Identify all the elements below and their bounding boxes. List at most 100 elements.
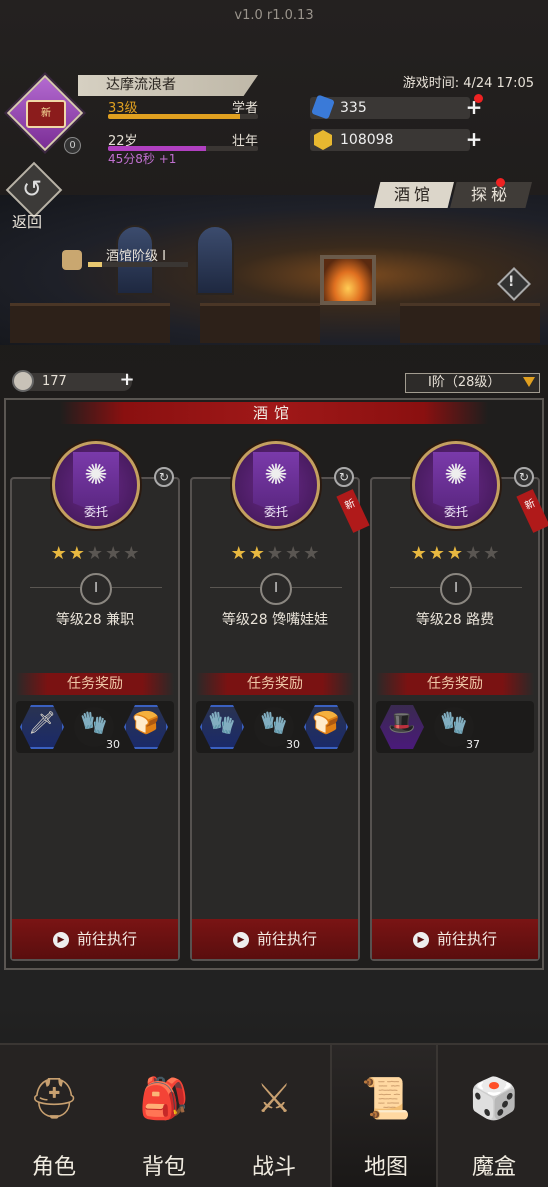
refresh-icon[interactable]: ↻: [334, 467, 354, 487]
tab-explore[interactable]: 探秘: [450, 182, 532, 208]
scene-table: [10, 303, 170, 343]
reward-item[interactable]: 🧤 37: [432, 705, 480, 751]
refresh-icon[interactable]: ↻: [514, 467, 534, 487]
star-empty-icon: ★: [123, 543, 142, 564]
reward-list: 🗡 🧤 30 🍞: [16, 701, 174, 753]
fireplace: [320, 255, 376, 305]
sword-shield-icon: ⚔: [256, 1076, 292, 1122]
reward-item[interactable]: 🗡: [20, 705, 64, 749]
level-select-value: Ⅰ阶（28级）: [428, 375, 501, 390]
star-empty-icon: ★: [86, 543, 106, 564]
go-execute-button[interactable]: ▶ 前往执行: [12, 919, 178, 959]
nav-label: 魔盒: [471, 1155, 516, 1180]
quest-emblem: ✺ 委托: [232, 441, 320, 529]
level-row: 33级 学者: [108, 97, 258, 116]
star-empty-icon: ★: [105, 543, 124, 564]
reward-item[interactable]: 🎩: [380, 705, 424, 749]
scene-window: [196, 225, 234, 295]
grade-badge: Ⅰ: [80, 573, 112, 605]
quest-title: 等级28 路费: [415, 612, 495, 628]
ticket-icon: [12, 370, 34, 392]
reward-item[interactable]: 🍞: [124, 705, 168, 749]
beer-mug-icon: [62, 250, 82, 270]
gem-notification-dot: [474, 94, 483, 103]
glove-icon: 🧤: [260, 711, 288, 736]
scene-table: [400, 303, 540, 343]
bottom-nav: ⛑ 角色 🎒 背包 ⚔ 战斗 📜 地图 🎲 魔盒: [0, 1043, 548, 1187]
star-filled-icon: ★: [248, 543, 267, 564]
reward-header: 任务奖励: [16, 673, 174, 695]
reward-header: 任务奖励: [376, 673, 534, 695]
nav-label: 角色: [31, 1155, 76, 1180]
nav-item[interactable]: ⚔ 战斗: [220, 1045, 328, 1187]
tavern-rank-fill: [88, 262, 102, 267]
glove-icon: 🧤: [440, 711, 468, 736]
star-empty-icon: ★: [465, 543, 484, 564]
go-execute-label: 前往执行: [436, 930, 497, 948]
refresh-icon[interactable]: ↻: [154, 467, 174, 487]
star-filled-icon: ★: [50, 543, 69, 564]
tab-tavern[interactable]: 酒馆: [374, 182, 454, 208]
age-row: 22岁 壮年: [108, 130, 258, 149]
add-gold-button[interactable]: +: [465, 129, 483, 149]
nav-item[interactable]: 🎲 魔盒: [440, 1045, 548, 1187]
reward-item[interactable]: 🧤: [200, 705, 244, 749]
go-execute-label: 前往执行: [256, 930, 317, 948]
play-icon: ▶: [52, 931, 69, 948]
exclamation-icon: !: [508, 274, 515, 290]
player-name: 达摩流浪者: [78, 75, 258, 96]
go-execute-button[interactable]: ▶ 前往执行: [372, 919, 538, 959]
sun-emblem-icon: ✺: [264, 458, 288, 491]
scene-table: [200, 303, 320, 343]
go-execute-button[interactable]: ▶ 前往执行: [192, 919, 358, 959]
reward-header: 任务奖励: [196, 673, 354, 695]
tab-bar: 酒馆 探秘: [374, 182, 534, 208]
star-empty-icon: ★: [303, 543, 322, 564]
explore-notification-dot: [496, 178, 505, 187]
quest-emblem: ✺ 委托: [52, 441, 140, 529]
star-filled-icon: ★: [428, 543, 447, 564]
nav-label: 背包: [141, 1155, 186, 1180]
panel-title: 酒馆: [60, 402, 488, 424]
ticket-value: 177: [42, 374, 67, 389]
quest-title: 等级28 馋嘴娃娃: [221, 612, 329, 628]
star-empty-icon: ★: [483, 543, 502, 564]
nav-item[interactable]: ⛑ 角色: [0, 1045, 108, 1187]
version-label: v1.0 r1.0.13: [234, 8, 314, 23]
exp-bar-fill: [108, 114, 240, 119]
play-icon: ▶: [232, 931, 249, 948]
reward-list: 🎩 🧤 37: [376, 701, 534, 753]
exp-bar: [108, 114, 258, 119]
quest-card: ✺ 委托 ↻ 新 ★★★★★ Ⅰ 等级28 路费 任务奖励 🎩 🧤 37 ▶ 前往执行: [370, 441, 548, 961]
reward-item[interactable]: 🧤 30: [252, 705, 300, 751]
avatar-new-tag: 新: [41, 108, 51, 119]
back-label: 返回: [12, 213, 43, 231]
magic-box-icon: 🎲: [469, 1076, 519, 1122]
hat-icon: 🎩: [388, 711, 416, 736]
nav-label: 战斗: [251, 1155, 296, 1180]
star-empty-icon: ★: [285, 543, 304, 564]
bread-icon: 🍞: [312, 711, 340, 736]
reward-count: 37: [466, 738, 480, 751]
star-filled-icon: ★: [446, 543, 466, 564]
game-time: 游戏时间: 4/24 17:05: [402, 76, 534, 91]
reward-item[interactable]: 🍞: [304, 705, 348, 749]
add-tickets-button[interactable]: +: [118, 371, 136, 390]
backpack-icon: 🎒: [139, 1076, 189, 1122]
nav-item[interactable]: 📜 地图: [330, 1045, 438, 1187]
reward-item[interactable]: 🧤 30: [72, 705, 120, 751]
go-execute-label: 前往执行: [76, 930, 137, 948]
dropdown-arrow-icon: [523, 377, 535, 387]
avatar-badge: 0: [64, 137, 81, 154]
grade-badge: Ⅰ: [440, 573, 472, 605]
star-filled-icon: ★: [68, 543, 87, 564]
star-rating: ★★★★★: [40, 543, 152, 564]
emblem-label: 委托: [263, 505, 288, 519]
quest-card: ✺ 委托 ↻ 新 ★★★★★ Ⅰ 等级28 馋嘴娃娃 任务奖励 🧤 🧤 30 🍞 ▶ 前往执行: [190, 441, 370, 961]
play-icon: ▶: [412, 931, 429, 948]
quest-title: 等级28 兼职: [55, 612, 135, 628]
reward-list: 🧤 🧤 30 🍞: [196, 701, 354, 753]
nav-item[interactable]: 🎒 背包: [110, 1045, 218, 1187]
star-rating: ★★★★★: [400, 543, 512, 564]
level-select[interactable]: Ⅰ阶（28级）: [405, 373, 540, 393]
